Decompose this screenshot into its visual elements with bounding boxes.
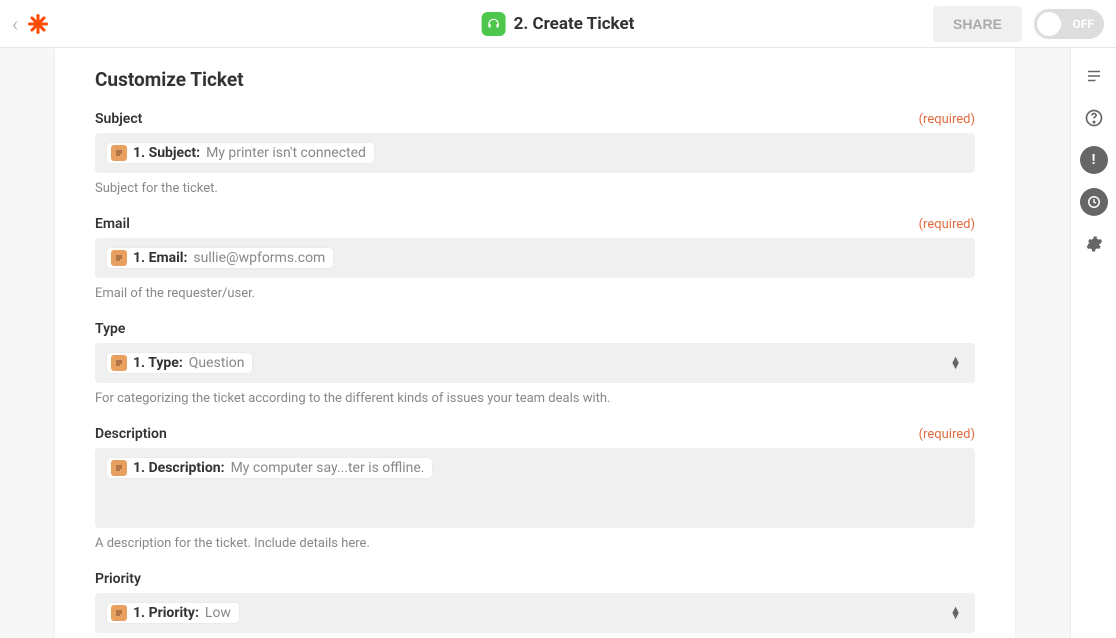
chevron-sort-icon: ▲▼ xyxy=(950,607,961,619)
section-title: Customize Ticket xyxy=(95,68,975,91)
mapped-pill[interactable]: 1. Subject: My printer isn't connected xyxy=(107,143,374,163)
select-input[interactable]: 1. Priority: Low ▲▼ xyxy=(95,593,975,633)
pill-value: My computer say...ter is offline. xyxy=(231,460,425,476)
outline-icon[interactable] xyxy=(1080,62,1108,90)
alert-icon[interactable]: ! xyxy=(1080,146,1108,174)
field-label: Priority xyxy=(95,571,141,587)
help-icon[interactable] xyxy=(1080,104,1108,132)
wpforms-icon xyxy=(111,460,127,476)
form-card: Customize Ticket Subject (required) 1. Sub… xyxy=(55,48,1015,638)
field-label: Description xyxy=(95,426,167,442)
enable-toggle[interactable]: OFF xyxy=(1034,9,1104,39)
mapped-pill[interactable]: 1. Priority: Low xyxy=(107,603,239,623)
field-help: Email of the requester/user. xyxy=(95,286,975,301)
text-input[interactable]: 1. Subject: My printer isn't connected xyxy=(95,133,975,173)
pill-key: 1. Subject: xyxy=(133,145,200,161)
select-input[interactable]: 1. Type: Question ▲▼ xyxy=(95,343,975,383)
pill-value: sullie@wpforms.com xyxy=(193,250,325,266)
wpforms-icon xyxy=(111,250,127,266)
share-button[interactable]: SHARE xyxy=(933,6,1022,42)
pill-key: 1. Description: xyxy=(133,460,225,476)
field-help: Subject for the ticket. xyxy=(95,181,975,196)
field-type: Type 1. Type: Question ▲▼ For categorizing t… xyxy=(95,321,975,406)
wpforms-icon xyxy=(111,355,127,371)
mapped-pill[interactable]: 1. Type: Question xyxy=(107,353,252,373)
field-subject: Subject (required) 1. Subject: My printer i… xyxy=(95,111,975,196)
pill-key: 1. Priority: xyxy=(133,605,199,621)
field-description: Description (required) 1. Description: My c… xyxy=(95,426,975,551)
pill-value: My printer isn't connected xyxy=(206,145,366,161)
pill-value: Low xyxy=(205,605,231,621)
wpforms-icon xyxy=(111,145,127,161)
freshdesk-icon xyxy=(482,12,506,36)
mapped-pill[interactable]: 1. Description: My computer say...ter is … xyxy=(107,458,432,478)
required-badge: (required) xyxy=(919,112,975,127)
pill-key: 1. Email: xyxy=(133,250,187,266)
pill-value: Question xyxy=(189,355,245,371)
content-scroll[interactable]: Customize Ticket Subject (required) 1. Sub… xyxy=(0,48,1070,638)
step-title: 2. Create Ticket xyxy=(514,14,635,34)
field-help: A description for the ticket. Include de… xyxy=(95,536,975,551)
back-button[interactable]: ‹ xyxy=(12,12,18,36)
field-help: For categorizing the ticket according to… xyxy=(95,391,975,406)
mapped-pill[interactable]: 1. Email: sullie@wpforms.com xyxy=(107,248,333,268)
wpforms-icon xyxy=(111,605,127,621)
pill-key: 1. Type: xyxy=(133,355,183,371)
right-rail: ! xyxy=(1070,48,1116,638)
topbar: ‹ 2. Create Ticket SHARE OFF xyxy=(0,0,1116,48)
zapier-logo xyxy=(26,12,50,36)
chevron-sort-icon: ▲▼ xyxy=(950,357,961,369)
textarea-input[interactable]: 1. Description: My computer say...ter is … xyxy=(95,448,975,528)
field-email: Email (required) 1. Email: sullie@wpforms.c… xyxy=(95,216,975,301)
step-title-wrap: 2. Create Ticket xyxy=(482,12,635,36)
field-label: Type xyxy=(95,321,125,337)
history-icon[interactable] xyxy=(1080,188,1108,216)
text-input[interactable]: 1. Email: sullie@wpforms.com xyxy=(95,238,975,278)
field-priority: Priority1. Priority:Low▲▼Priority of the… xyxy=(95,571,975,638)
required-badge: (required) xyxy=(919,427,975,442)
required-badge: (required) xyxy=(919,217,975,232)
field-label: Subject xyxy=(95,111,142,127)
field-label: Email xyxy=(95,216,130,232)
settings-icon[interactable] xyxy=(1080,230,1108,258)
